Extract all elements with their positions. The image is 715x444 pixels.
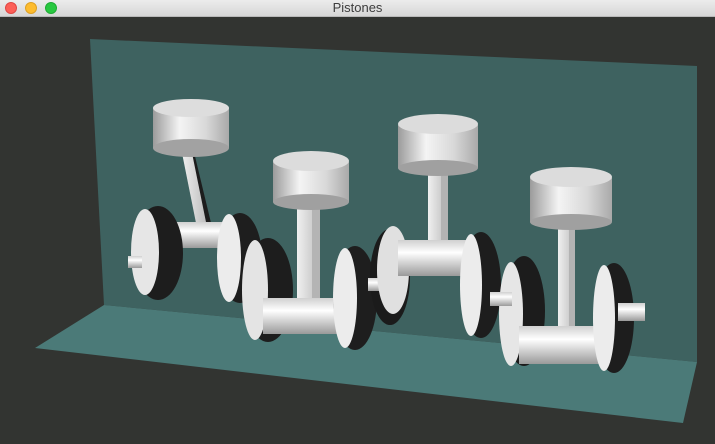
title-bar[interactable]: Pistones bbox=[0, 0, 715, 17]
crankshaft-end bbox=[618, 303, 645, 321]
app-window: Pistones bbox=[0, 0, 715, 444]
window-title: Pistones bbox=[332, 0, 383, 15]
piston-scene bbox=[35, 39, 697, 423]
3d-viewport[interactable] bbox=[0, 17, 715, 444]
